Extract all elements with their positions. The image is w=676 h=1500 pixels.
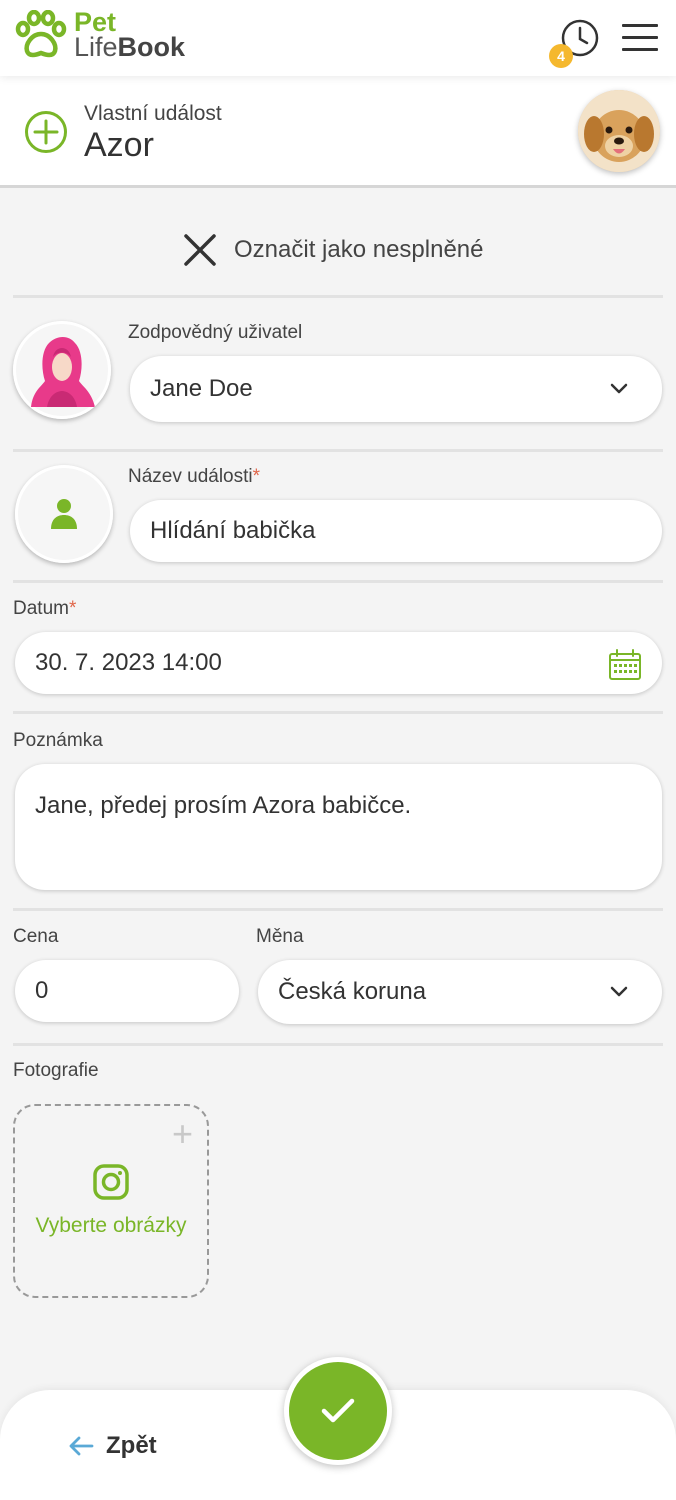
date-label: Datum*	[13, 598, 76, 620]
required-mark: *	[252, 466, 261, 487]
responsible-user-value: Jane Doe	[150, 375, 253, 402]
date-label-text: Datum	[13, 598, 69, 619]
price-value: 0	[35, 977, 49, 1004]
history-button[interactable]: 4	[545, 16, 601, 68]
event-type-label: Vlastní událost	[84, 102, 222, 125]
close-icon	[184, 234, 216, 266]
divider	[13, 580, 663, 583]
pet-name: Azor	[84, 126, 154, 164]
currency-value: Česká koruna	[278, 978, 427, 1005]
woman-avatar-icon	[31, 337, 95, 407]
currency-select[interactable]: Česká koruna	[258, 960, 662, 1024]
back-label: Zpět	[106, 1432, 157, 1459]
divider	[13, 295, 663, 298]
date-value: 30. 7. 2023 14:00	[35, 649, 222, 676]
event-name-label: Název události*	[128, 466, 260, 488]
note-value: Jane, předej prosím Azora babičce.	[35, 792, 412, 819]
user-avatar	[13, 321, 111, 419]
checkmark-icon	[321, 1398, 355, 1423]
divider	[13, 1043, 663, 1046]
confirm-button[interactable]	[284, 1357, 392, 1465]
currency-label: Měna	[256, 926, 304, 947]
logo-lifebook-text: LifeBook	[74, 32, 186, 62]
dog-photo	[578, 90, 660, 172]
app-header: Pet LifeBook 4	[0, 0, 676, 76]
pet-avatar[interactable]	[578, 90, 660, 172]
logo-life-text: Life	[74, 32, 118, 62]
event-name-label-text: Název události	[128, 466, 253, 487]
photo-upload-button[interactable]: + Vyberte obrázky	[13, 1104, 209, 1298]
hamburger-icon[interactable]	[622, 24, 658, 54]
plus-circle-icon[interactable]	[24, 110, 68, 154]
divider	[13, 908, 663, 911]
person-icon	[51, 499, 77, 529]
app-logo[interactable]: Pet LifeBook	[14, 9, 186, 62]
event-header: Vlastní událost Azor	[0, 76, 676, 188]
required-mark: *	[68, 598, 77, 619]
price-input[interactable]: 0	[15, 960, 239, 1022]
chevron-down-icon	[610, 383, 628, 394]
responsible-user-select[interactable]: Jane Doe	[130, 356, 662, 422]
history-count-badge: 4	[549, 44, 573, 68]
note-label: Poznámka	[13, 730, 103, 751]
event-icon-avatar	[15, 465, 113, 563]
photo-upload-label: Vyberte obrázky	[35, 1214, 187, 1237]
camera-icon	[93, 1164, 129, 1200]
mark-as-not-done-label: Označit jako nesplněné	[234, 236, 484, 263]
event-name-value: Hlídání babička	[150, 517, 316, 544]
chevron-down-icon	[610, 986, 628, 997]
photos-label: Fotografie	[13, 1060, 99, 1081]
back-button[interactable]: Zpět	[68, 1432, 157, 1460]
mark-as-not-done-button[interactable]: Označit jako nesplněné	[180, 228, 484, 272]
divider	[13, 711, 663, 714]
plus-icon: +	[171, 1113, 193, 1154]
calendar-icon[interactable]	[608, 649, 642, 681]
price-label: Cena	[13, 926, 59, 947]
responsible-user-label: Zodpovědný uživatel	[128, 322, 303, 343]
divider	[13, 449, 663, 452]
event-name-input[interactable]: Hlídání babička	[130, 500, 662, 562]
logo-wordmark: Pet LifeBook	[74, 9, 186, 62]
arrow-left-icon	[69, 1436, 94, 1456]
paw-logo-icon	[15, 10, 67, 58]
note-textarea[interactable]: Jane, předej prosím Azora babičce.	[15, 764, 662, 890]
date-input[interactable]: 30. 7. 2023 14:00	[15, 632, 662, 694]
logo-book-text: Book	[117, 32, 186, 62]
